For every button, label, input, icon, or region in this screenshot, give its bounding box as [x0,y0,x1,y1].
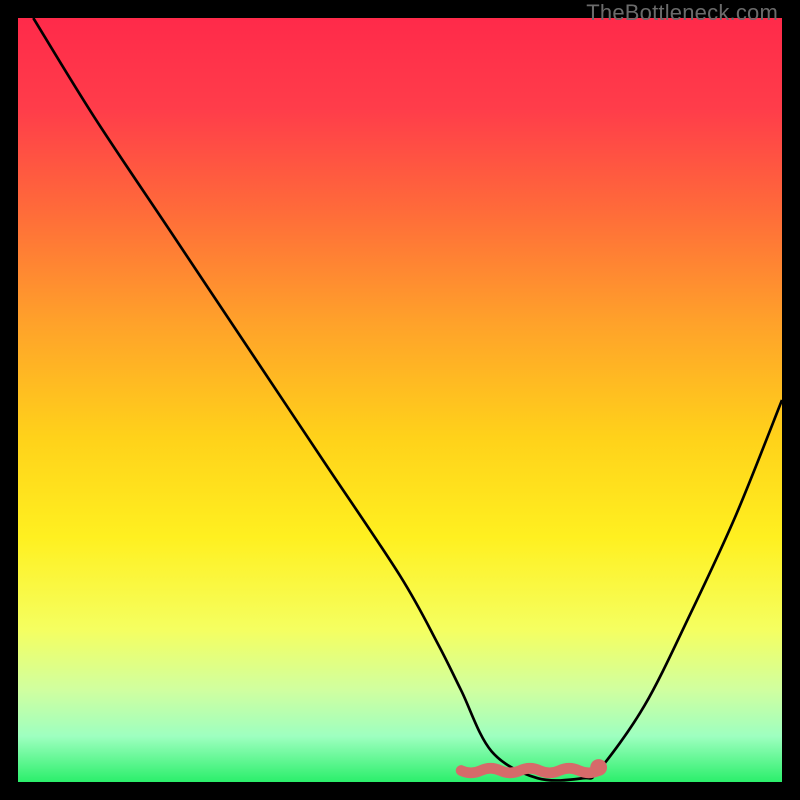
watermark-text: TheBottleneck.com [586,0,778,26]
chart-frame [18,18,782,782]
bottleneck-chart [18,18,782,782]
gradient-background [18,18,782,782]
